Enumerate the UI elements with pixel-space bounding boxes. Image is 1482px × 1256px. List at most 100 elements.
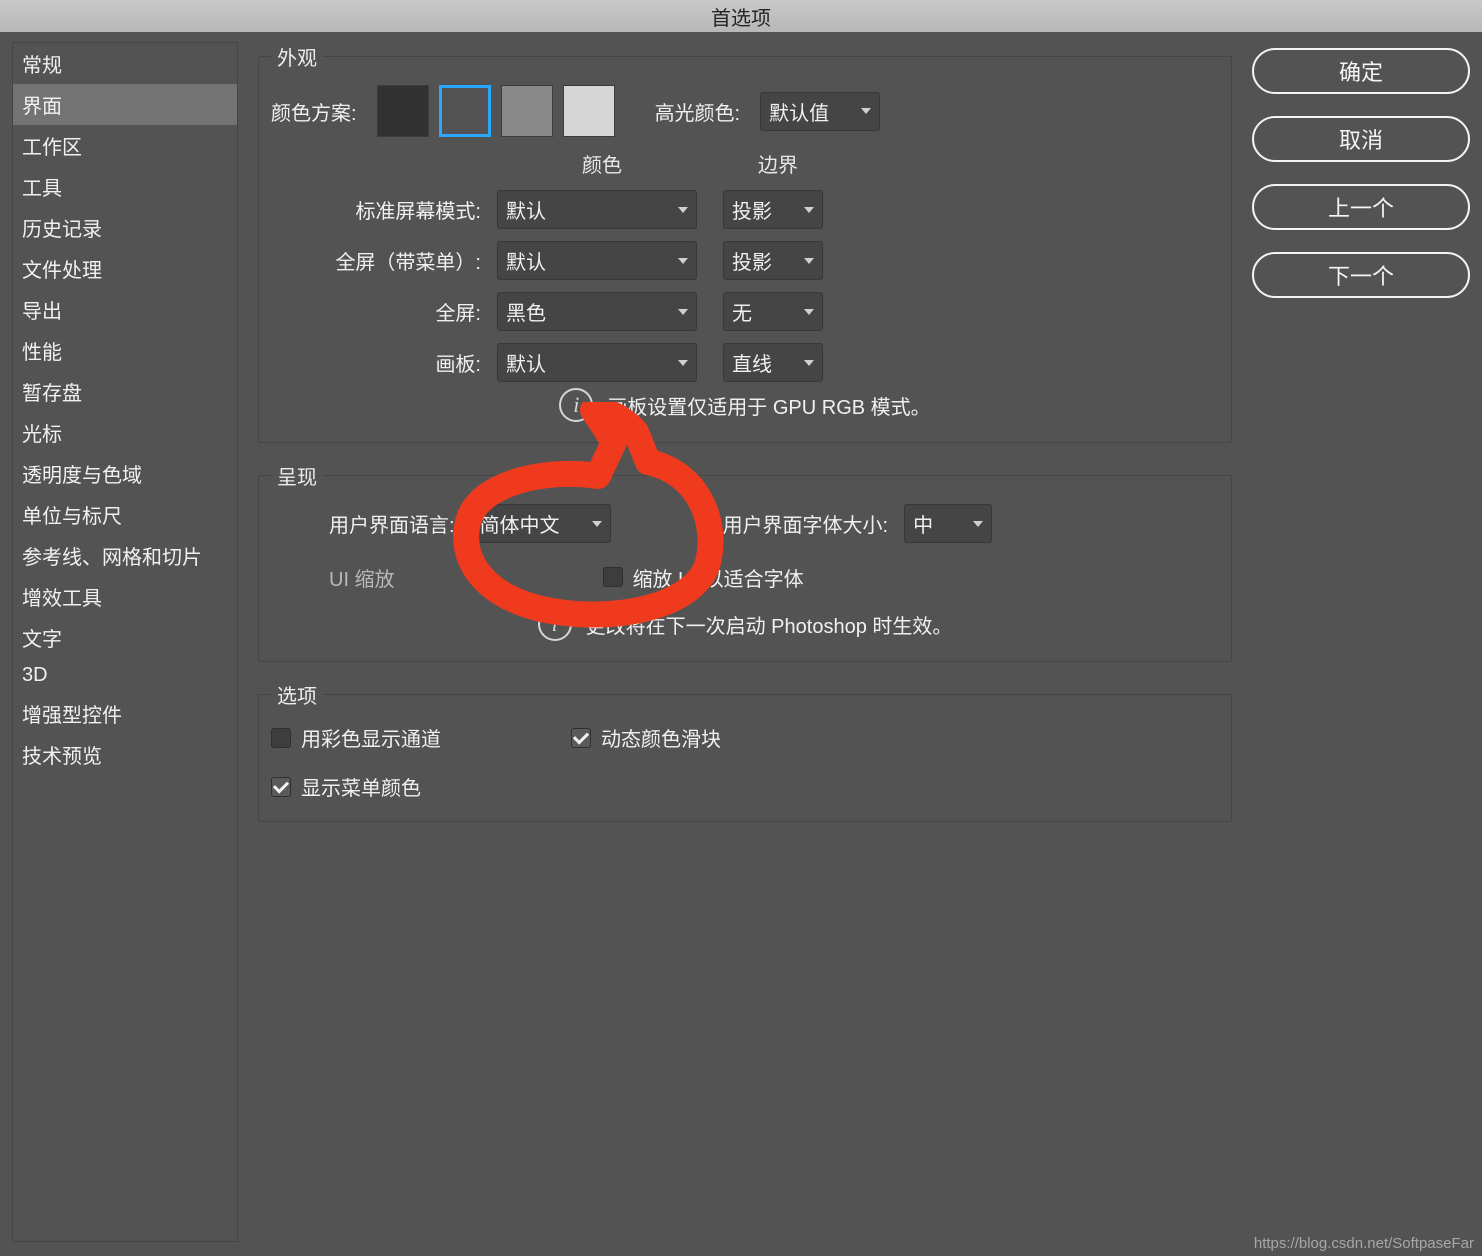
- screen-mode-color-dropdown[interactable]: 默认: [497, 190, 697, 229]
- highlight-color-label: 高光颜色:: [655, 97, 741, 126]
- swatch-light[interactable]: [501, 85, 553, 137]
- sidebar-item[interactable]: 常规: [13, 43, 237, 84]
- sidebar-item[interactable]: 技术预览: [13, 734, 237, 775]
- sidebar-item[interactable]: 单位与标尺: [13, 494, 237, 535]
- ui-font-size-label: 用户界面字体大小:: [723, 509, 889, 538]
- swatch-dark[interactable]: [439, 85, 491, 137]
- chevron-down-icon: [678, 207, 688, 213]
- sidebar-item[interactable]: 导出: [13, 289, 237, 330]
- sidebar-item[interactable]: 增强型控件: [13, 693, 237, 734]
- chevron-down-icon: [678, 360, 688, 366]
- sidebar-item[interactable]: 3D: [13, 658, 237, 693]
- presentation-info-row: i 更改将在下一次启动 Photoshop 时生效。: [271, 607, 1219, 641]
- ok-button[interactable]: 确定: [1252, 48, 1470, 94]
- chevron-down-icon: [592, 521, 602, 527]
- sidebar-item[interactable]: 界面: [13, 84, 237, 125]
- sidebar-item[interactable]: 工作区: [13, 125, 237, 166]
- ui-language-dropdown[interactable]: 简体中文: [471, 504, 611, 543]
- sidebar-item[interactable]: 增效工具: [13, 576, 237, 617]
- highlight-color-value: 默认值: [769, 97, 829, 126]
- screen-mode-border-dropdown[interactable]: 投影: [723, 190, 823, 229]
- screen-mode-border-dropdown[interactable]: 直线: [723, 343, 823, 382]
- screen-mode-label: 全屏:: [281, 297, 481, 326]
- preferences-sidebar: 常规界面工作区工具历史记录文件处理导出性能暂存盘光标透明度与色域单位与标尺参考线…: [12, 42, 238, 1242]
- sidebar-item[interactable]: 工具: [13, 166, 237, 207]
- ui-font-size-dropdown[interactable]: 中: [904, 504, 992, 543]
- screen-mode-label: 全屏（带菜单）:: [281, 246, 481, 275]
- chevron-down-icon: [804, 258, 814, 264]
- sidebar-item[interactable]: 光标: [13, 412, 237, 453]
- sidebar-item[interactable]: 暂存盘: [13, 371, 237, 412]
- sidebar-item[interactable]: 性能: [13, 330, 237, 371]
- swatch-lightest[interactable]: [563, 85, 615, 137]
- cancel-label: 取消: [1339, 123, 1383, 155]
- chevron-down-icon: [678, 258, 688, 264]
- dropdown-value: 默认: [506, 348, 546, 377]
- dialog-buttons: 确定 取消 上一个 下一个: [1252, 42, 1470, 1256]
- sidebar-item[interactable]: 文字: [13, 617, 237, 658]
- appearance-fieldset: 外观 颜色方案: 高光颜色: 默认值 颜色 边界: [258, 42, 1232, 443]
- chevron-down-icon: [804, 309, 814, 315]
- screen-mode-border-dropdown[interactable]: 投影: [723, 241, 823, 280]
- prev-button[interactable]: 上一个: [1252, 184, 1470, 230]
- screen-mode-color-dropdown[interactable]: 默认: [497, 343, 697, 382]
- scale-ui-checkbox[interactable]: [603, 567, 623, 587]
- info-icon: i: [538, 607, 572, 641]
- option-checkbox[interactable]: [271, 777, 291, 797]
- option-item[interactable]: 动态颜色滑块: [571, 723, 831, 752]
- dropdown-value: 黑色: [506, 297, 546, 326]
- watermark: https://blog.csdn.net/SoftpaseFar: [1254, 1235, 1474, 1252]
- presentation-fieldset: 呈现 用户界面语言: 简体中文 用户界面字体大小: 中 UI 缩放: [258, 461, 1232, 662]
- chevron-down-icon: [678, 309, 688, 315]
- options-legend: 选项: [271, 680, 323, 709]
- ui-font-size-value: 中: [913, 509, 933, 538]
- main-layout: 常规界面工作区工具历史记录文件处理导出性能暂存盘光标透明度与色域单位与标尺参考线…: [0, 32, 1482, 1256]
- color-scheme-label: 颜色方案:: [271, 97, 357, 126]
- window-title: 首选项: [711, 2, 771, 31]
- presentation-info-text: 更改将在下一次启动 Photoshop 时生效。: [586, 610, 953, 639]
- options-fieldset: 选项 用彩色显示通道 动态颜色滑块显示菜单颜色: [258, 680, 1232, 822]
- ok-label: 确定: [1339, 55, 1383, 87]
- appearance-legend: 外观: [271, 42, 323, 71]
- window-titlebar: 首选项: [0, 0, 1482, 32]
- scale-ui-option[interactable]: 缩放 UI 以适合字体: [603, 563, 804, 592]
- option-label: 用彩色显示通道: [301, 723, 441, 752]
- dropdown-value: 投影: [732, 195, 772, 224]
- cancel-button[interactable]: 取消: [1252, 116, 1470, 162]
- appearance-info-text: 画板设置仅适用于 GPU RGB 模式。: [607, 391, 930, 420]
- chevron-down-icon: [804, 360, 814, 366]
- screen-mode-color-dropdown[interactable]: 默认: [497, 241, 697, 280]
- scale-ui-label: 缩放 UI 以适合字体: [633, 563, 804, 592]
- highlight-color-dropdown[interactable]: 默认值: [760, 92, 880, 131]
- chevron-down-icon: [861, 108, 871, 114]
- option-label: 动态颜色滑块: [601, 723, 721, 752]
- dropdown-value: 直线: [732, 348, 772, 377]
- info-icon: i: [559, 388, 593, 422]
- chevron-down-icon: [973, 521, 983, 527]
- option-item[interactable]: 显示菜单颜色: [271, 772, 531, 801]
- screen-mode-border-dropdown[interactable]: 无: [723, 292, 823, 331]
- grid-header-border: 边界: [723, 149, 833, 178]
- color-scheme-swatches: [377, 85, 615, 137]
- next-button[interactable]: 下一个: [1252, 252, 1470, 298]
- option-checkbox[interactable]: [271, 728, 291, 748]
- swatch-darkest[interactable]: [377, 85, 429, 137]
- chevron-down-icon: [804, 207, 814, 213]
- sidebar-item[interactable]: 参考线、网格和切片: [13, 535, 237, 576]
- sidebar-item[interactable]: 透明度与色域: [13, 453, 237, 494]
- presentation-legend: 呈现: [271, 461, 323, 490]
- dropdown-value: 默认: [506, 246, 546, 275]
- dropdown-value: 无: [732, 297, 752, 326]
- screen-mode-label: 标准屏幕模式:: [281, 195, 481, 224]
- screen-modes-grid: 颜色 边界 标准屏幕模式:默认投影全屏（带菜单）:默认投影全屏:黑色无画板:默认…: [281, 149, 1219, 382]
- option-item[interactable]: 用彩色显示通道: [271, 723, 531, 752]
- appearance-info-row: i 画板设置仅适用于 GPU RGB 模式。: [271, 388, 1219, 422]
- grid-header-color: 颜色: [497, 149, 707, 178]
- preferences-content: 外观 颜色方案: 高光颜色: 默认值 颜色 边界: [258, 42, 1232, 1256]
- screen-mode-color-dropdown[interactable]: 黑色: [497, 292, 697, 331]
- ui-language-value: 简体中文: [480, 509, 560, 538]
- sidebar-item[interactable]: 历史记录: [13, 207, 237, 248]
- option-checkbox[interactable]: [571, 728, 591, 748]
- options-grid: 用彩色显示通道 动态颜色滑块显示菜单颜色: [271, 723, 1219, 801]
- sidebar-item[interactable]: 文件处理: [13, 248, 237, 289]
